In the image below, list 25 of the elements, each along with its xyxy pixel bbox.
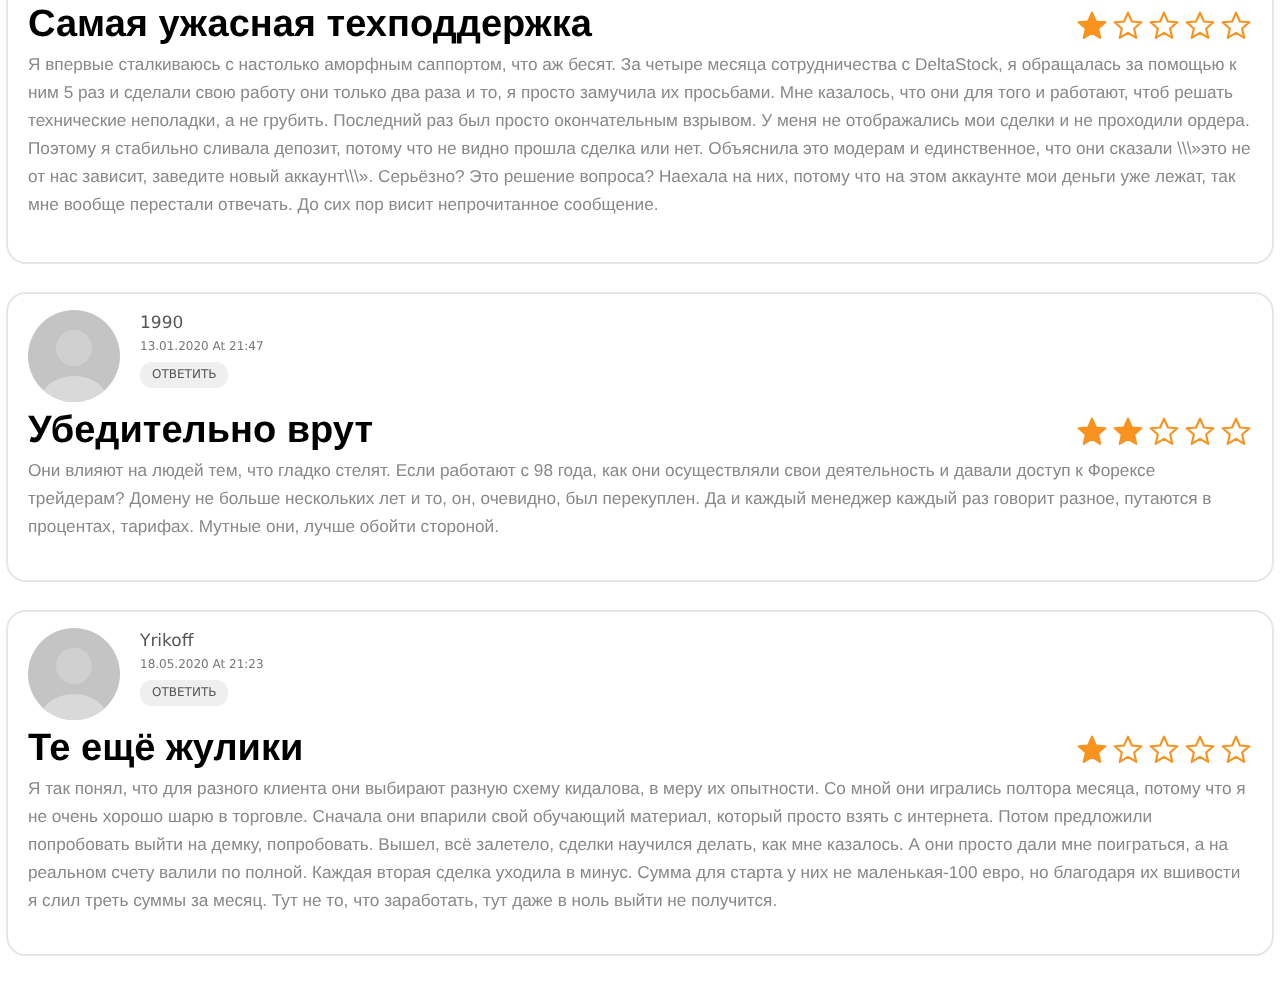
star-icon bbox=[1184, 416, 1216, 448]
star-icon bbox=[1112, 734, 1144, 766]
avatar-icon bbox=[28, 310, 120, 402]
review-text: Они влияют на людей тем, что гладко стелят. Если работают с 98 года, как они осуществляли свои деятельность и давали доступ к Форексе трейдерам? Домену не больше нескольких лет и то, он, очевидно, был перекуплен. Да и каждый менеджер каждый раз говорит разное, путаются в процентах, тарифах. Мутные они, лучше обойти стороной. bbox=[28, 458, 1214, 540]
star-icon bbox=[1220, 10, 1252, 42]
author-name: Yrikoff bbox=[140, 632, 194, 652]
star-icon bbox=[1148, 734, 1180, 766]
star-icon bbox=[1076, 10, 1108, 42]
star-icon bbox=[1184, 10, 1216, 42]
star-icon bbox=[1076, 734, 1108, 766]
review-text: Я впервые сталкиваюсь с настолько аморфным саппортом, что аж бесят. За четыре месяца сотрудничества с DeltaStock, я обращалась за помощью к ним 5 раз и сделали свою работу они только два раза и то, я просто замучила их просьбами. Мне казалось, что они для того и работают, чтоб решать технические неполадки, а не грубить. Последний раз был просто окончательным взрывом. У меня не отображались мои сделки и не проходили ордера. Поэтому я стабильно сливала депозит, потому что не видно прошла сделка или нет. Объяснила это модерам и единственное, что они сказали \\\»это не от нас зависит, заведите новый аккаунт\\\». Серьёзно? Это решение вопроса? Наехала на них, потому что на этом аккаунте мои деньги уже лежат, так мне вообще перестали отвечать. До сих пор висит непрочитанное сообщение. bbox=[28, 52, 1252, 218]
review-text: Я так понял, что для разного клиента они выбирают разную схему кидалова, в меру их опытности. Со мной они игрались полтора месяца, потому что я не очень хорошо шарю в торговле. Сначала они впарили свой обучающий материал, который просто взять с интернета. Потом предложили попробовать выйти на демку, попробовать. Вышел, всё залетело, сделки научился делать, как мне казалось. А они просто дали мне поиграться, а на реальном счету валили по полной. Каждая вторая сделка уходила в минус. Сумма для старта у них не маленькая-100 евро, но благодаря их вшивости я слил треть суммы за месяц. Тут не то, что заработать, тут даже в ноль выйти не получится. bbox=[28, 776, 1248, 914]
star-icon bbox=[1112, 416, 1144, 448]
star-icon bbox=[1076, 416, 1108, 448]
review-title: Убедительно врут bbox=[28, 410, 374, 454]
star-icon bbox=[1220, 416, 1252, 448]
avatar-icon bbox=[28, 628, 120, 720]
author-name: 1990 bbox=[140, 314, 184, 334]
star-icon bbox=[1220, 734, 1252, 766]
star-icon bbox=[1184, 734, 1216, 766]
star-icon bbox=[1148, 416, 1180, 448]
review-title: Те ещё жулики bbox=[28, 728, 304, 772]
review-title: Самая ужасная техподдержка bbox=[28, 4, 592, 48]
star-icon bbox=[1148, 10, 1180, 42]
star-icon bbox=[1112, 10, 1144, 42]
